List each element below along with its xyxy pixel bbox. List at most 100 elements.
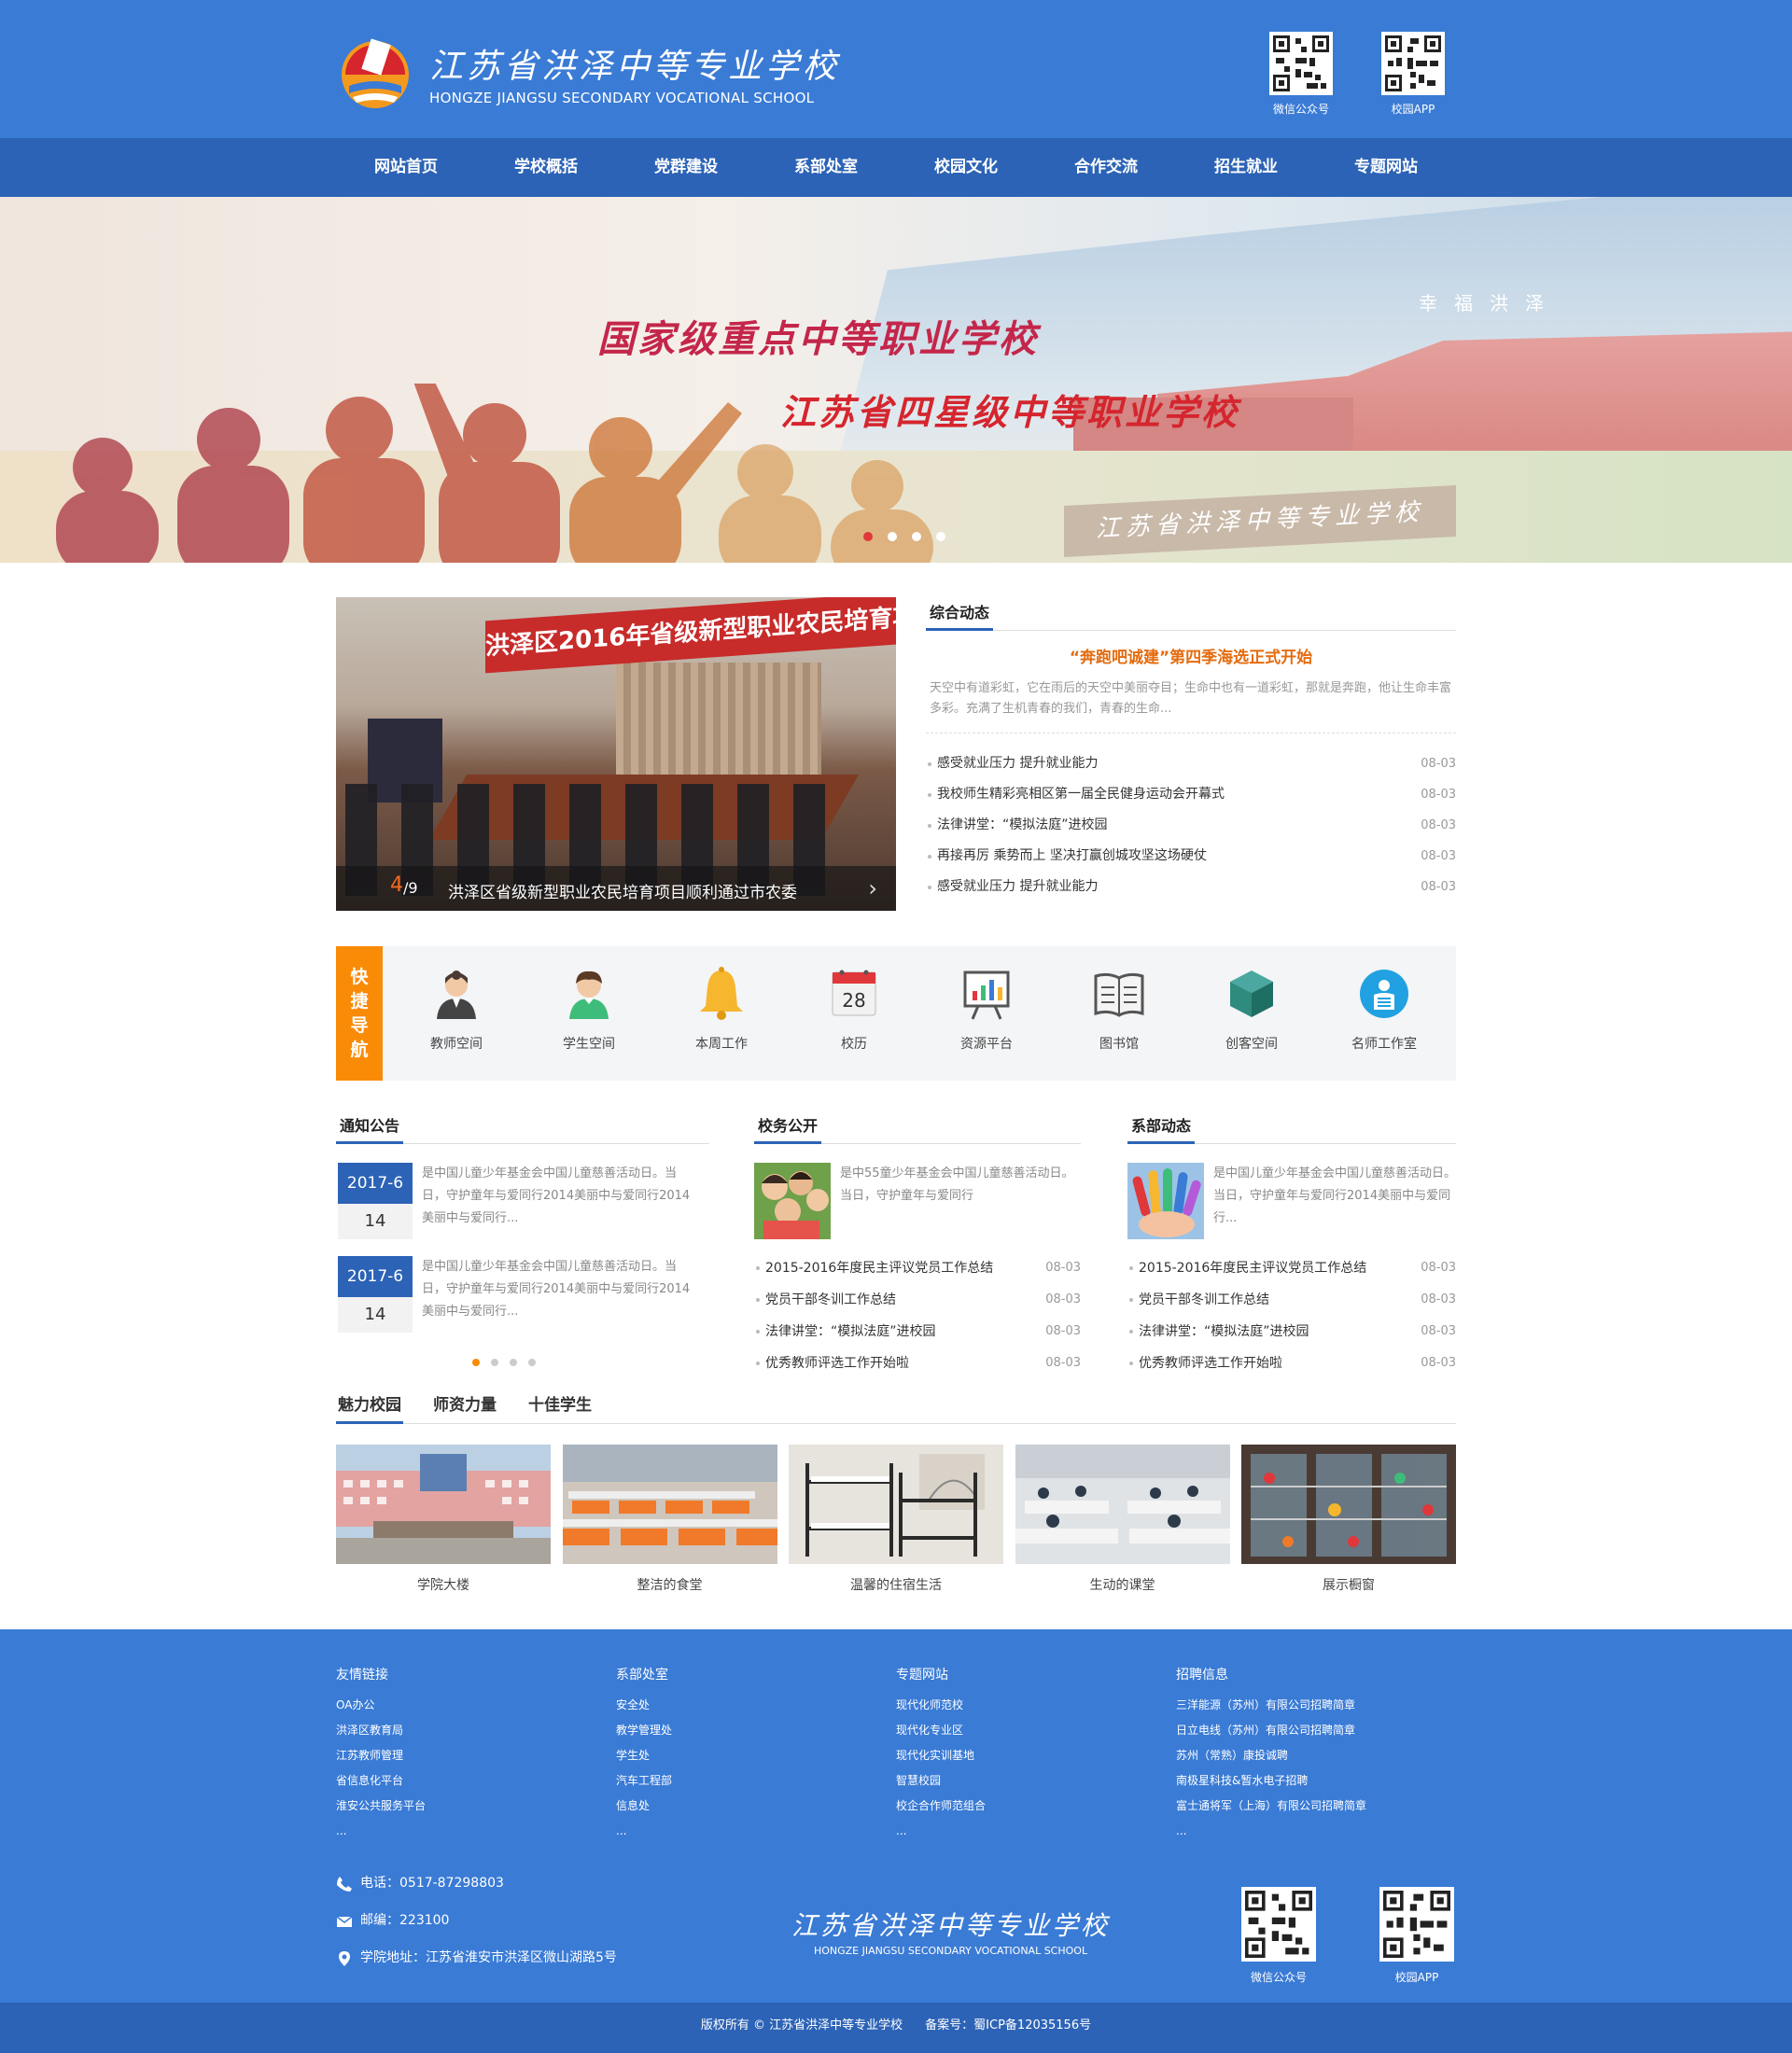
footer-logo[interactable]: 江苏省洪泽中等专业学校 HONGZE JIANGSU SECONDARY VOC… [791,1906,1110,1957]
list-item[interactable]: 2015-2016年度民主评议党员工作总结 08-03 [1127,1252,1456,1284]
quick-nav: 快捷导航 教师空间 学生空间 本周工作 28 校历 资源平台 图书馆 创客空间 [336,946,1456,1081]
affairs-feature[interactable]: 是中55童少年基金会中国儿童慈善活动日。当日，守护童年与爱同行 [754,1163,1081,1252]
quick-nav-calendar[interactable]: 28 校历 [788,946,920,1081]
notice-item[interactable]: 2017-6 14 是中国儿童少年基金会中国儿童慈善活动日。当日，守护童年与爱同… [336,1163,709,1256]
quick-nav-teacher[interactable]: 教师空间 [390,946,523,1081]
footer-link[interactable]: OA办公 [336,1693,597,1718]
list-item[interactable]: 优秀教师评选工作开始啦 08-03 [1127,1348,1456,1379]
quick-nav-library[interactable]: 图书馆 [1053,946,1185,1081]
app-qr[interactable]: 校园APP [1376,32,1450,117]
footer-link[interactable]: 信息处 [616,1794,877,1819]
list-item[interactable]: 感受就业压力 提升就业能力 08-03 [926,872,1456,902]
footer-more-link[interactable]: ... [616,1819,877,1844]
quick-nav-resources[interactable]: 资源平台 [920,946,1053,1081]
dynamics-headline[interactable]: “奔跑吧诚建”第四季海选正式开始 [926,644,1456,667]
footer-link[interactable]: 淮安公共服务平台 [336,1794,597,1819]
nav-item-culture[interactable]: 校园文化 [896,138,1036,197]
departments-feature[interactable]: 是中国儿童少年基金会中国儿童慈善活动日。当日，守护童年与爱同行2014美丽中与爱… [1127,1163,1456,1252]
footer-link[interactable]: 安全处 [616,1693,877,1718]
footer-column-title: 友情链接 [336,1668,388,1683]
tab-faculty[interactable]: 师资力量 [431,1390,498,1424]
photo-showcase [1241,1445,1456,1564]
nav-item-overview[interactable]: 学校概括 [476,138,616,197]
banner-dot-4[interactable] [936,532,945,541]
departments-title[interactable]: 系部动态 [1127,1110,1196,1144]
site-footer: 友情链接 OA办公 洪泽区教育局 江苏教师管理 省信息化平台 淮安公共服务平台 … [0,1629,1792,2003]
footer-link[interactable]: 日立电线（苏州）有限公司招聘简章 [1176,1718,1456,1743]
footer-link[interactable]: 学生处 [616,1743,877,1768]
notices-dot-1[interactable] [472,1359,480,1366]
footer-link[interactable]: 教学管理处 [616,1718,877,1743]
school-logo[interactable]: 江苏省洪泽中等专业学校 HONGZE JIANGSU SECONDARY VOC… [336,32,836,116]
quick-nav-label: 快捷导航 [336,946,383,1081]
photo-card[interactable]: 学院大楼 [336,1445,551,1594]
photo-card[interactable]: 整洁的食堂 [562,1445,777,1594]
wechat-qr[interactable]: 微信公众号 [1264,32,1338,117]
nav-item-departments[interactable]: 系部处室 [756,138,896,197]
footer-link[interactable]: 智慧校园 [896,1768,1157,1794]
news-slider[interactable]: 洪泽区2016年省级新型职业农民培育项目验收汇 4 /9 洪泽区省级新型职业农民… [336,597,896,911]
footer-link[interactable]: 苏州（常熟）康投诚聘 [1176,1743,1456,1768]
photo-card[interactable]: 展示橱窗 [1241,1445,1456,1594]
footer-more-link[interactable]: ... [1176,1819,1456,1844]
banner-dot-2[interactable] [888,532,897,541]
tab-top-students[interactable]: 十佳学生 [526,1390,594,1424]
footer-postcode: 邮编：223100 [336,1911,617,1948]
footer-link[interactable]: 省信息化平台 [336,1768,597,1794]
footer-link[interactable]: 富士通将军（上海）有限公司招聘简章 [1176,1794,1456,1819]
notices-dot-4[interactable] [528,1359,536,1366]
footer-more-link[interactable]: ... [896,1819,1157,1844]
photo-card[interactable]: 生动的课堂 [1015,1445,1230,1594]
list-item[interactable]: 感受就业压力 提升就业能力 08-03 [926,748,1456,779]
nav-item-cooperation[interactable]: 合作交流 [1036,138,1176,197]
list-item[interactable]: 我校师生精彩亮相区第一届全民健身运动会开幕式 08-03 [926,779,1456,810]
banner-dot-1[interactable] [863,532,873,541]
dynamics-title[interactable]: 综合动态 [926,597,994,631]
footer-link[interactable]: 汽车工程部 [616,1768,877,1794]
charm-photo-strip: 学院大楼 整洁的食堂 温馨的住宿生活 生动的课堂 展示橱窗 [336,1445,1456,1594]
hero-banner[interactable]: 幸福洪泽 江苏省洪泽中等专业学校 国家级重点中等职业学校 江苏省四星级中等职业学… [0,197,1792,563]
footer-link[interactable]: 现代化实训基地 [896,1743,1157,1768]
footer-link[interactable]: 校企合作师范组合 [896,1794,1157,1819]
notices-title[interactable]: 通知公告 [336,1110,404,1144]
nav-item-special[interactable]: 专题网站 [1316,138,1456,197]
notices-dot-2[interactable] [491,1359,498,1366]
nav-item-home[interactable]: 网站首页 [336,138,476,197]
footer-wechat-qr[interactable]: 微信公众号 [1239,1887,1318,1985]
list-item[interactable]: 2015-2016年度民主评议党员工作总结 08-03 [754,1252,1081,1284]
nav-item-admission[interactable]: 招生就业 [1176,138,1316,197]
list-item[interactable]: 法律讲堂：“模拟法庭”进校园 08-03 [1127,1316,1456,1348]
affairs-list: 2015-2016年度民主评议党员工作总结 08-03 党员干部冬训工作总结 08-… [754,1252,1081,1379]
charm-tabs: 魅力校园 师资力量 十佳学生 [336,1390,1456,1424]
news-slide-caption[interactable]: 洪泽区省级新型职业农民培育项目顺利通过市农委 [448,879,797,902]
list-item[interactable]: 再接再厉 乘势而上 坚决打赢创城攻坚这场硬仗 08-03 [926,841,1456,872]
quick-nav-maker-space[interactable]: 创客空间 [1185,946,1318,1081]
quick-nav-student[interactable]: 学生空间 [523,946,655,1081]
list-item[interactable]: 党员干部冬训工作总结 08-03 [754,1284,1081,1316]
footer-link[interactable]: 江苏教师管理 [336,1743,597,1768]
list-item[interactable]: 法律讲堂：“模拟法庭”进校园 08-03 [926,810,1456,841]
footer-link[interactable]: 洪泽区教育局 [336,1718,597,1743]
list-item[interactable]: 优秀教师评选工作开始啦 08-03 [754,1348,1081,1379]
footer-more-link[interactable]: ... [336,1819,597,1844]
tab-charm-campus[interactable]: 魅力校园 [336,1390,403,1424]
list-item[interactable]: 党员干部冬训工作总结 08-03 [1127,1284,1456,1316]
notice-item[interactable]: 2017-6 14 是中国儿童少年基金会中国儿童慈善活动日。当日，守护童年与爱同… [336,1256,709,1349]
nav-item-party[interactable]: 党群建设 [616,138,756,197]
chevron-right-icon[interactable]: › [868,875,877,901]
affairs-title[interactable]: 校务公开 [754,1110,822,1144]
photo-card[interactable]: 温馨的住宿生活 [789,1445,1003,1594]
footer-contact: 电话：0517-87298803 邮编：223100 学院地址：江苏省淮安市洪泽… [336,1874,617,1986]
notices-dot-3[interactable] [510,1359,517,1366]
footer-link[interactable]: 现代化专业区 [896,1718,1157,1743]
footer-link[interactable]: 三洋能源（苏州）有限公司招聘简章 [1176,1693,1456,1718]
footer-link[interactable]: 南极星科技&暂水电子招聘 [1176,1768,1456,1794]
footer-link[interactable]: 现代化师范校 [896,1693,1157,1718]
quick-nav-weekly-work[interactable]: 本周工作 [655,946,788,1081]
footer-app-qr[interactable]: 校园APP [1378,1887,1456,1985]
list-item[interactable]: 法律讲堂：“模拟法庭”进校园 08-03 [754,1316,1081,1348]
banner-title-national: 国家级重点中等职业学校 [597,317,1039,361]
banner-dot-3[interactable] [912,532,921,541]
icp-number[interactable]: 备案号：蜀ICP备12035156号 [925,2018,1091,2032]
quick-nav-famous-teacher[interactable]: 名师工作室 [1318,946,1450,1081]
